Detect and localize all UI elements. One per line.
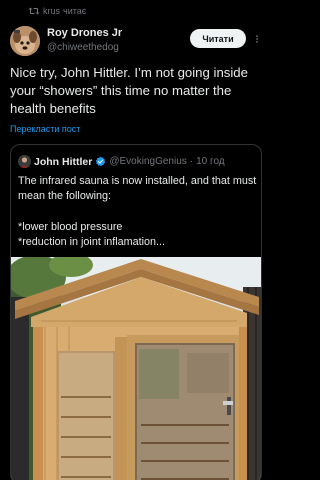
quoted-tweet-header: John Hittler @EvokingGenius · 10 год bbox=[18, 155, 225, 168]
quoted-separator: · bbox=[189, 156, 194, 167]
tweet-text: Nice try, John Hittler. I’m not going in… bbox=[10, 65, 248, 116]
author-names: Roy Drones Jr @chiweethedog bbox=[47, 27, 122, 54]
dog-avatar-image bbox=[10, 26, 40, 56]
quoted-tweet-list: *lower blood pressure *reduction in join… bbox=[18, 220, 258, 250]
tweet-author: Roy Drones Jr @chiweethedog Читати bbox=[10, 25, 262, 57]
repost-row[interactable]: krus читає bbox=[28, 6, 86, 16]
repost-icon bbox=[28, 7, 40, 15]
verified-badge-icon bbox=[96, 156, 106, 167]
quoted-list-item: *lower blood pressure bbox=[18, 221, 123, 233]
quoted-author-handle[interactable]: @EvokingGenius bbox=[109, 156, 186, 167]
translate-link[interactable]: Перекласти пост bbox=[10, 124, 80, 134]
quoted-list-item: *reduction in joint inflamation... bbox=[18, 236, 166, 248]
author-name[interactable]: Roy Drones Jr bbox=[47, 27, 122, 40]
person-avatar-image bbox=[18, 155, 31, 168]
author-avatar[interactable] bbox=[10, 26, 40, 56]
quoted-author-name[interactable]: John Hittler bbox=[34, 156, 92, 168]
quoted-tweet-image[interactable] bbox=[11, 257, 261, 480]
quoted-tweet[interactable]: John Hittler @EvokingGenius · 10 год The… bbox=[10, 144, 262, 480]
author-handle[interactable]: @chiweethedog bbox=[47, 41, 122, 54]
follow-button[interactable]: Читати bbox=[190, 29, 246, 48]
more-options-icon[interactable] bbox=[252, 35, 262, 43]
quoted-tweet-text: The infrared sauna is now installed, and… bbox=[18, 175, 257, 202]
quoted-author-avatar[interactable] bbox=[18, 155, 31, 168]
quoted-timestamp[interactable]: 10 год bbox=[196, 156, 225, 167]
repost-suffix: читає bbox=[63, 6, 87, 16]
repost-user: krus bbox=[43, 6, 61, 16]
repost-context: krus читає bbox=[0, 0, 272, 22]
sauna-photo bbox=[11, 257, 261, 480]
